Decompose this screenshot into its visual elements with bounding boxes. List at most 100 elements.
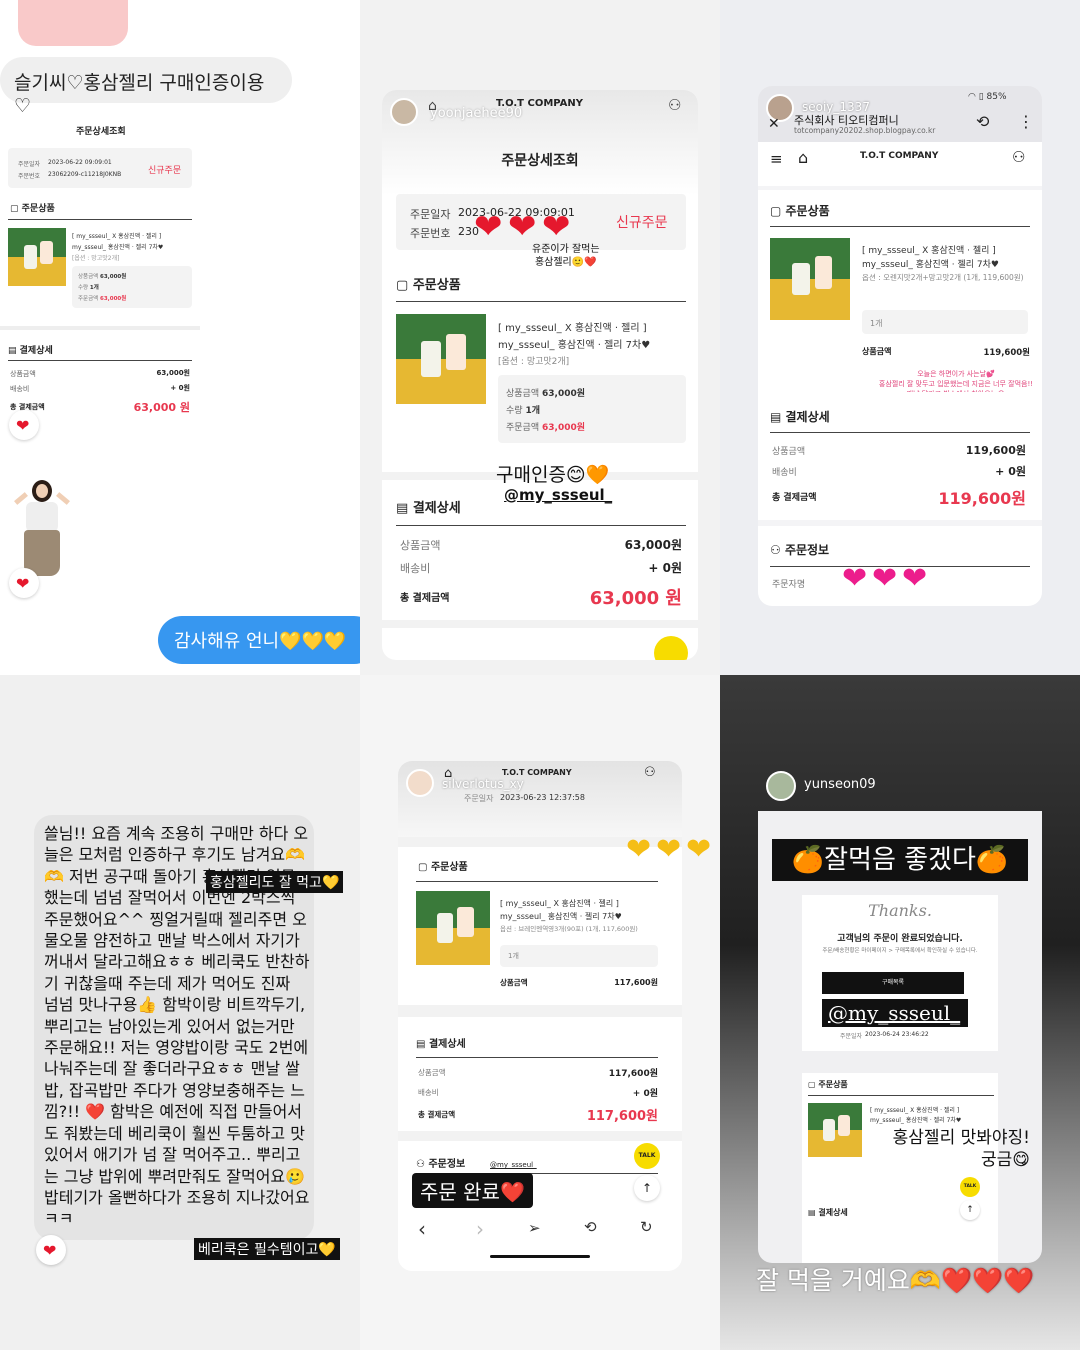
brand-logo: T.O.T COMPANY [860, 151, 939, 161]
total: 117,600원 [586, 1109, 658, 1124]
cert-sticker: 구매인증😊🧡 [496, 464, 610, 486]
ship: + 0원 [632, 1089, 658, 1099]
payment-title-label: 결제상세 [412, 501, 461, 516]
product-line1: [ my_ssseul_ X 홍삼진액 · 젤리 ] [498, 323, 647, 334]
section-gap [398, 1131, 682, 1141]
pay-price-label: 상품금액 [772, 447, 806, 457]
product-line1: [ my_ssseul_ X 홍삼진액 · 젤리 ] [862, 246, 996, 256]
status-badge: 신규주문 [616, 215, 668, 231]
curious-sticker: 홍삼젤리 맛봐야징! 궁금😋 [892, 1128, 1030, 1170]
qty: 1개 [525, 406, 540, 416]
menu-icon[interactable]: ≡ [770, 150, 783, 168]
product-image [396, 314, 486, 404]
reaction-heart[interactable]: ❤ [9, 568, 39, 598]
ship: + 0원 [648, 561, 682, 575]
payment-title: ▤ 결제상세 [396, 501, 461, 516]
person-sticker [12, 478, 72, 580]
share-icon[interactable]: ➢ [528, 1219, 541, 1237]
products-title-label: 주문상품 [430, 862, 468, 873]
purchase-list-button[interactable]: 구매목록 [822, 972, 964, 994]
order-no: 23062209-c11218J0KNB [48, 171, 122, 178]
product-line2: my_ssseul_ 홍삼진액 · 젤리 7차♥ [500, 912, 622, 921]
products-title: ▢ 주문상품 [418, 862, 468, 873]
story-panel-3: seoiy_1337 ◠ ▯ 85% ✕ 주식회사 티오티컴퍼니 totcomp… [720, 0, 1080, 675]
back-icon[interactable]: ‹ [418, 1217, 426, 1241]
talk-button[interactable]: TALK [634, 1143, 660, 1169]
price: 63,000원 [542, 389, 586, 399]
total-label: 총 결제금액 [772, 493, 817, 503]
page-title: 주문상세조회 [501, 153, 579, 169]
price-label: 상품금액 [506, 389, 540, 399]
divider [8, 219, 192, 220]
orderer-title: ⚇ 주문정보 [770, 543, 830, 557]
avatar [766, 771, 796, 801]
order-date-label: 주문일자 [840, 1033, 863, 1040]
product-info: [ my_ssseul_ X 홍삼진액 · 젤리 ] my_ssseul_ 홍삼… [72, 231, 163, 264]
product-option: [옵션 : 망고맛2개] [72, 255, 120, 262]
username: yunseon09 [804, 777, 876, 792]
home-icon[interactable]: ⌂ [798, 148, 808, 167]
product-option: 옵션 : 브레인멘역영3개(90포) (1개, 117,600원) [500, 925, 638, 933]
heart-icon: ❤ [16, 416, 30, 435]
product-info: [ my_ssseul_ X 홍삼진액 · 젤리 ] my_ssseul_ 홍삼… [870, 1106, 961, 1126]
pay-price: 63,000원 [624, 538, 682, 552]
divider [396, 525, 686, 526]
price-labels: 상품금액 63,000원 수량 1개 주문금액 63,000원 [78, 272, 126, 305]
product-line1: [ my_ssseul_ X 홍삼진액 · 젤리 ] [870, 1107, 960, 1114]
payment-title-label: 결제상세 [19, 346, 53, 356]
forward-icon[interactable]: › [476, 1217, 484, 1241]
product-line2: my_ssseul_ 홍삼진액 · 젤리 7차♥ [870, 1117, 962, 1124]
order-amount: 63,000원 [542, 423, 586, 433]
scroll-top-button[interactable]: ↑ [634, 1175, 660, 1201]
products-title-label: 주문상품 [818, 1080, 848, 1089]
product-image [770, 238, 850, 320]
user-icon[interactable]: ⚇ [644, 765, 656, 780]
story-collage: 슬기씨♡홍삼젤리 구매인증이용♡ 주문상세조회 주문일자 2023-06-22 … [0, 0, 1080, 1350]
reaction-heart[interactable]: ❤ [9, 410, 39, 440]
payment-title-label: 결제상세 [818, 1208, 848, 1217]
more-icon[interactable]: ⋮ [1018, 112, 1034, 131]
divider [770, 226, 1030, 227]
user-icon[interactable]: ⚇ [668, 96, 681, 114]
screenshot-card: yoonjaehee90 ⌂ T.O.T COMPANY ⚇ 주문상세조회 주문… [382, 90, 698, 660]
orderer-title-label: 주문정보 [428, 1159, 466, 1170]
qty: 1개 [870, 319, 883, 328]
history-icon[interactable]: ⟲ [584, 1218, 597, 1236]
bottom-sticker: 잘 먹을 거예요🫶❤️❤️❤️ [756, 1266, 1035, 1295]
pay-price: 63,000원 [156, 369, 190, 377]
product-line1: [ my_ssseul_ X 홍삼진액 · 젤리 ] [72, 233, 162, 240]
price: 119,600원 [983, 348, 1030, 358]
products-title-label: 주문상품 [412, 278, 461, 293]
refresh-icon[interactable]: ↻ [640, 1218, 653, 1236]
orderer-label: 주문자명 [772, 580, 806, 590]
divider [770, 432, 1030, 433]
scroll-top-button[interactable]: ↑ [960, 1200, 980, 1220]
payment-title: ▤ 결제상세 [808, 1208, 848, 1217]
product-info: [ my_ssseul_ X 홍삼진액 · 젤리 ] my_ssseul_ 홍삼… [862, 244, 1038, 283]
order-no-label: 주문번호 [18, 173, 41, 180]
history-icon[interactable]: ⟲ [976, 112, 989, 131]
chat-fab[interactable] [654, 636, 688, 660]
order-date: 2023-06-22 09:09:01 [48, 159, 112, 166]
story-panel-4: 쓸님!! 요즘 계속 조용히 구매만 하다 오늘은 모처럼 인증하구 후기도 남… [0, 675, 360, 1350]
talk-button[interactable]: TALK [960, 1177, 980, 1197]
avatar [406, 769, 434, 797]
page-title: 주문상세조회 [76, 127, 126, 137]
order-date-label: 주문일자 [464, 794, 494, 803]
heart-icon: ❤ [16, 574, 30, 593]
sticker-text: 베리쿡은 필수템이고💛 [194, 1238, 340, 1260]
total: 63,000 원 [133, 401, 190, 414]
product-line2: my_ssseul_ 홍삼진액 · 젤리 7차♥ [498, 340, 651, 351]
close-icon[interactable]: ✕ [768, 116, 780, 132]
chat-bubble: 슬기씨♡홍삼젤리 구매인증이용♡ [0, 57, 292, 117]
home-icon[interactable]: ⌂ [428, 98, 437, 114]
thanks-script: Thanks. [868, 901, 932, 920]
divider [808, 1095, 994, 1096]
user-icon[interactable]: ⚇ [1012, 148, 1025, 166]
heart-icon: ❤ [43, 1241, 57, 1260]
product-line2: my_ssseul_ 홍삼진액 · 젤리 7차♥ [862, 260, 999, 270]
heart-sticker: ❤ [842, 561, 868, 596]
reaction-heart[interactable]: ❤ [36, 1235, 66, 1265]
order-date: 2023-06-24 23:46:22 [865, 1031, 929, 1038]
heart-sticker: ❤ [686, 832, 712, 867]
